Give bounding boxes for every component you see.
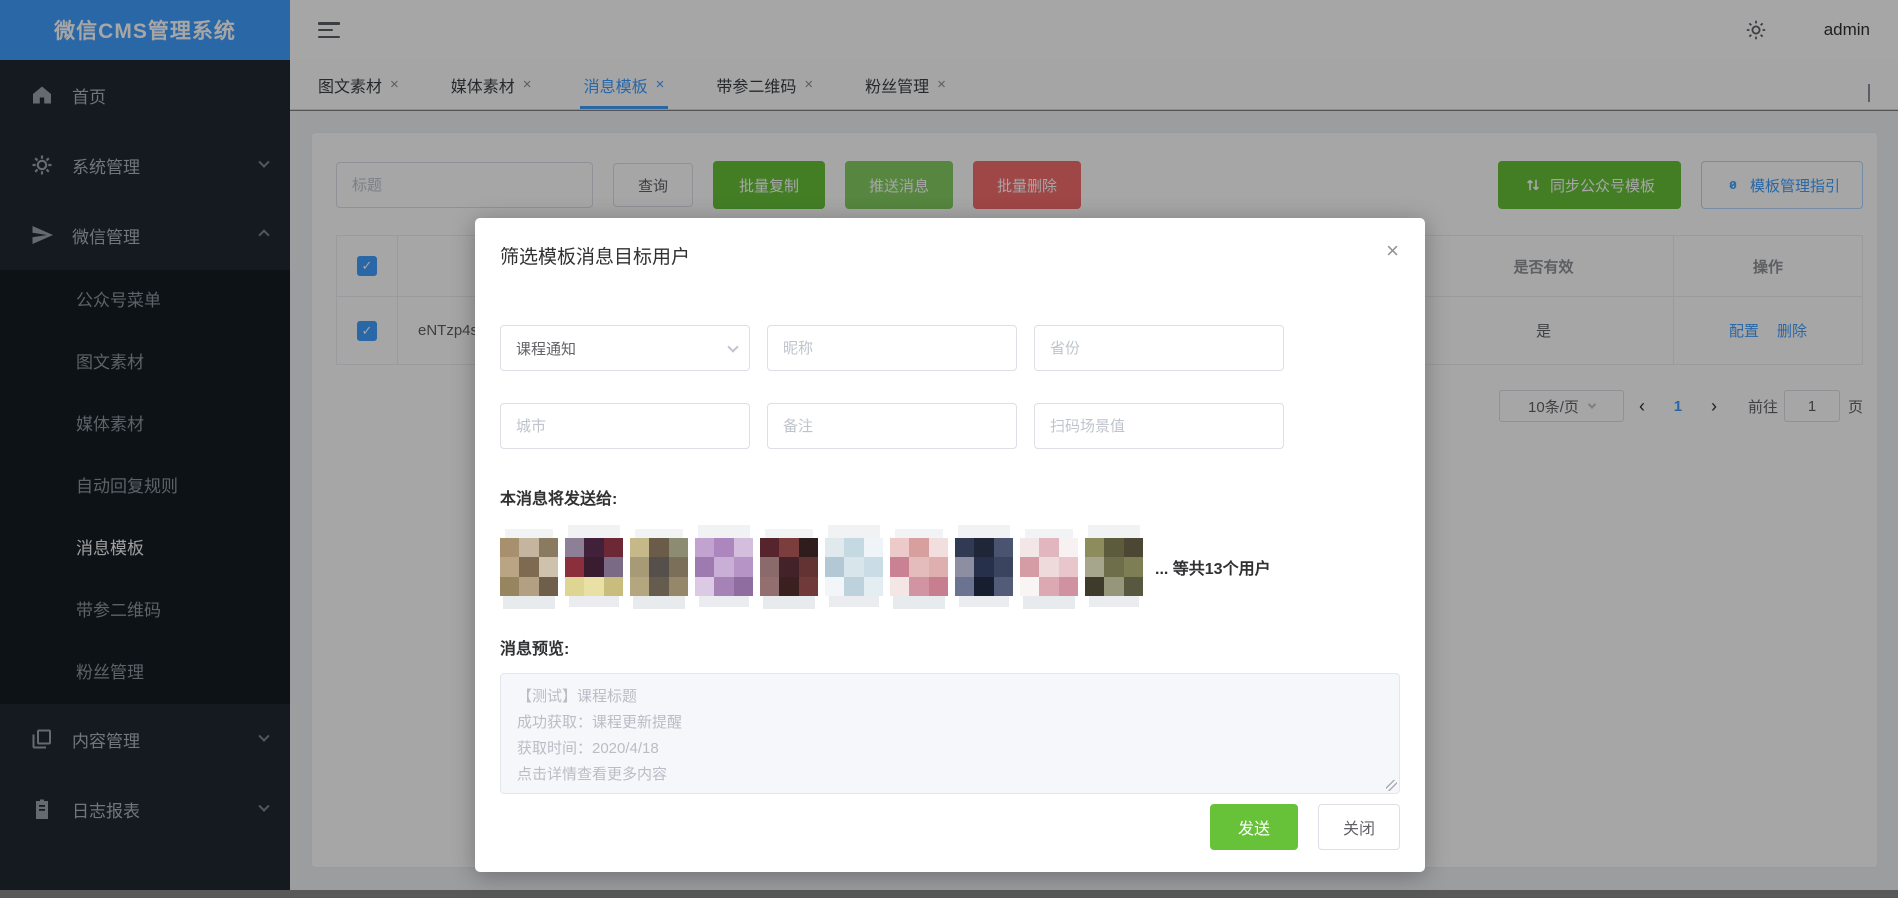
filter-row-2 [500,403,1400,449]
remark-input[interactable] [767,403,1017,449]
user-avatar [760,538,818,596]
user-avatar [695,538,753,596]
filter-users-dialog: 筛选模板消息目标用户 × 本消息将发送给: ... 等共13个用户 消息预览: … [475,218,1425,872]
user-avatar [500,538,558,596]
nickname-input[interactable] [767,325,1017,371]
dialog-close-icon[interactable]: × [1386,240,1399,262]
send-to-label: 本消息将发送给: [500,491,618,508]
close-button[interactable]: 关闭 [1317,804,1400,850]
user-avatar [825,538,883,596]
resize-handle[interactable] [1386,780,1397,791]
user-avatar [890,538,948,596]
user-avatar [1085,538,1143,596]
scene-value-input[interactable] [1034,403,1284,449]
province-input[interactable] [1034,325,1284,371]
preview-line: 点击详情查看更多内容 [517,766,668,783]
avatar-row: ... 等共13个用户 [500,525,1400,609]
user-avatar [1020,538,1078,596]
preview-line: 【测试】课程标题 [517,688,638,705]
preview-line: 获取时间：2020/4/18 [517,740,659,757]
send-button[interactable]: 发送 [1209,804,1298,850]
template-type-value[interactable] [500,325,750,371]
preview-label: 消息预览: [500,641,570,658]
preview-line: 成功获取：课程更新提醒 [517,714,683,731]
message-preview-textarea[interactable]: 【测试】课程标题 成功获取：课程更新提醒 获取时间：2020/4/18 点击详情… [500,673,1400,794]
city-input[interactable] [500,403,750,449]
filter-row-1 [500,325,1400,371]
template-type-select[interactable] [500,325,750,371]
dialog-footer: 发送 关闭 [1209,804,1400,850]
user-avatar [955,538,1013,596]
avatar-tiles [500,538,1143,596]
user-avatar [565,538,623,596]
more-users-label: ... 等共13个用户 [1155,561,1271,578]
dialog-title: 筛选模板消息目标用户 [500,247,691,268]
user-avatar [630,538,688,596]
